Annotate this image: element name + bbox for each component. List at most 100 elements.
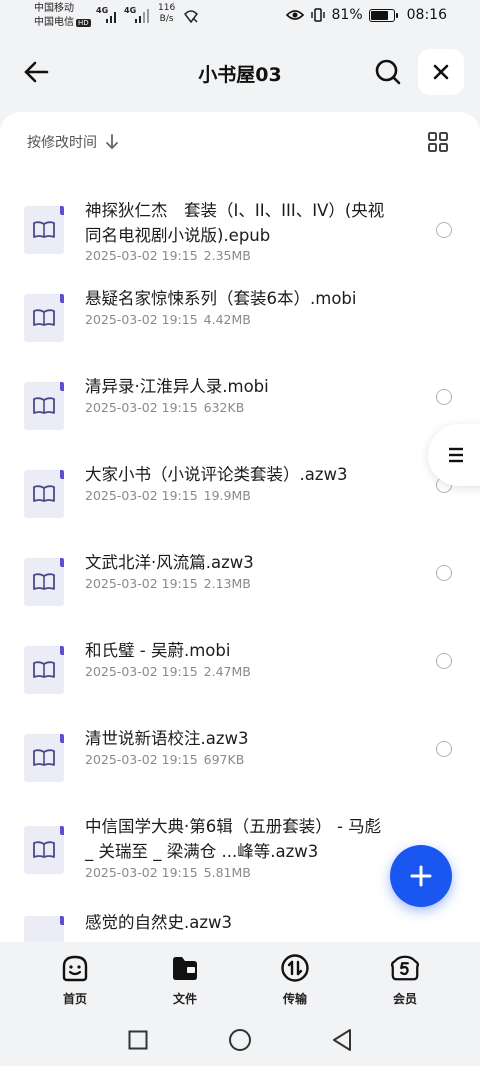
add-button[interactable]: [390, 845, 452, 907]
file-name: 大家小书（小说评论类套装）.azw3: [85, 465, 348, 484]
clock: 08:16: [406, 7, 447, 23]
nav-files[interactable]: 文件: [155, 952, 215, 1007]
recents-button[interactable]: [126, 1028, 150, 1052]
file-name: 神探狄仁杰 套装（I、II、III、IV）(央视同名电视剧小说版).epub: [85, 201, 385, 245]
signal-1-icon: [106, 12, 116, 23]
list-item[interactable]: 清世说新语校注.azw3 2025-03-02 19:15 697KB: [0, 720, 480, 808]
nav-home[interactable]: 首页: [45, 952, 105, 1007]
sort-down-arrow-icon: [106, 134, 118, 149]
file-meta: 2025-03-02 19:15 2.47MB: [85, 664, 251, 679]
file-date: 2025-03-02 19:15: [85, 248, 198, 263]
app-header: 小书屋03: [0, 34, 480, 112]
file-size: 697KB: [203, 752, 245, 767]
list-item[interactable]: 清异录·江淮异人录.mobi 2025-03-02 19:15 632KB: [0, 368, 480, 456]
vibrate-icon: [310, 8, 325, 22]
file-name: 悬疑名家惊悚系列（套装6本）.mobi: [85, 289, 357, 308]
ebook-file-icon: [24, 558, 64, 606]
file-meta: 2025-03-02 19:15 2.35MB: [85, 248, 251, 263]
ebook-file-icon: [24, 734, 64, 782]
search-icon: [375, 59, 401, 85]
nav-files-label: 文件: [172, 992, 197, 1006]
select-radio[interactable]: [436, 653, 452, 669]
sort-label: 按修改时间: [27, 135, 97, 151]
list-item[interactable]: 文武北洋·风流篇.azw3 2025-03-02 19:15 2.13MB: [0, 544, 480, 632]
menu-icon: [449, 447, 463, 463]
battery-icon: [368, 8, 398, 22]
eye-icon: [285, 10, 304, 20]
file-size: 19.9MB: [203, 488, 251, 503]
grid-view-icon: [428, 132, 448, 152]
grid-view-button[interactable]: [426, 130, 450, 154]
home-button[interactable]: [228, 1028, 252, 1052]
ebook-file-icon: [24, 826, 64, 874]
home-face-icon: [62, 955, 88, 982]
file-meta: 2025-03-02 19:15 19.9MB: [85, 488, 251, 503]
search-button[interactable]: [370, 56, 406, 88]
nav-transfer-label: 传输: [282, 992, 307, 1006]
file-size: 632KB: [203, 400, 245, 415]
file-name: 清世说新语校注.azw3: [85, 729, 249, 748]
file-name: 中信国学大典·第6辑（五册套装） - 马彪 _ 关瑞至 _ 梁满仓 ...峰等.…: [85, 817, 382, 861]
select-radio[interactable]: [436, 741, 452, 757]
carrier-1: 中国移动: [34, 3, 74, 14]
list-item[interactable]: 神探狄仁杰 套装（I、II、III、IV）(央视同名电视剧小说版).epub 2…: [0, 192, 480, 280]
select-radio[interactable]: [436, 565, 452, 581]
file-date: 2025-03-02 19:15: [85, 488, 198, 503]
back-nav-button[interactable]: [330, 1028, 354, 1052]
file-size: 2.13MB: [203, 576, 251, 591]
file-date: 2025-03-02 19:15: [85, 865, 198, 880]
wifi-off-icon: [184, 10, 198, 24]
file-date: 2025-03-02 19:15: [85, 400, 198, 415]
ebook-file-icon: [24, 206, 64, 254]
close-button[interactable]: [418, 49, 464, 95]
file-size: 2.47MB: [203, 664, 251, 679]
sort-control[interactable]: 按修改时间: [27, 132, 119, 152]
signal-2-icon: [135, 9, 149, 23]
ebook-file-icon: [24, 470, 64, 518]
file-sheet: 按修改时间 神探狄仁杰 套装（I、II、III、IV）(央视同名电视剧小说版).…: [0, 112, 480, 942]
file-name: 清异录·江淮异人录.mobi: [85, 377, 269, 396]
list-item[interactable]: 感觉的自然史.azw3: [0, 912, 480, 942]
file-name: 和氏璧 - 吴蔚.mobi: [85, 641, 231, 660]
status-bar: 中国移动 中国电信 HD 4G 4G 116 B/s 81% 08:16: [0, 0, 480, 34]
file-date: 2025-03-02 19:15: [85, 664, 198, 679]
list-item[interactable]: 大家小书（小说评论类套装）.azw3 2025-03-02 19:15 19.9M…: [0, 456, 480, 544]
list-item[interactable]: 和氏璧 - 吴蔚.mobi 2025-03-02 19:15 2.47MB: [0, 632, 480, 720]
file-name: 感觉的自然史.azw3: [85, 913, 233, 932]
carrier-info: 中国移动 中国电信 HD: [34, 2, 91, 30]
network-speed: 116 B/s: [158, 3, 176, 24]
file-meta: 2025-03-02 19:15 697KB: [85, 752, 244, 767]
ebook-file-icon: [24, 646, 64, 694]
vip-icon: [391, 955, 419, 981]
bottom-nav: 首页 文件 传输 会员: [0, 942, 480, 1008]
close-icon: [433, 64, 449, 80]
list-item[interactable]: 悬疑名家惊悚系列（套装6本）.mobi 2025-03-02 19:15 4.42…: [0, 280, 480, 368]
file-date: 2025-03-02 19:15: [85, 576, 198, 591]
hd-badge: HD: [76, 19, 91, 27]
transfer-icon: [281, 954, 309, 982]
battery-percent: 81%: [331, 7, 363, 23]
system-nav-bar: [0, 1008, 480, 1066]
ebook-file-icon: [24, 916, 64, 942]
ebook-file-icon: [24, 382, 64, 430]
file-size: 4.42MB: [203, 312, 251, 327]
page-title: 小书屋03: [198, 64, 282, 86]
folder-icon: [173, 957, 197, 980]
file-size: 5.81MB: [203, 865, 251, 880]
file-date: 2025-03-02 19:15: [85, 312, 198, 327]
plus-icon: [410, 865, 432, 887]
file-list: 神探狄仁杰 套装（I、II、III、IV）(央视同名电视剧小说版).epub 2…: [0, 192, 480, 942]
file-date: 2025-03-02 19:15: [85, 752, 198, 767]
square-icon: [128, 1030, 148, 1050]
select-radio[interactable]: [436, 389, 452, 405]
file-meta: 2025-03-02 19:15 632KB: [85, 400, 244, 415]
select-radio[interactable]: [436, 222, 452, 238]
nav-transfer[interactable]: 传输: [265, 952, 325, 1007]
carrier-2: 中国电信: [34, 17, 74, 28]
circle-icon: [229, 1029, 251, 1051]
ebook-file-icon: [24, 294, 64, 342]
nav-vip[interactable]: 会员: [375, 952, 435, 1007]
file-size: 2.35MB: [203, 248, 251, 263]
file-meta: 2025-03-02 19:15 5.81MB: [85, 865, 251, 880]
triangle-back-icon: [333, 1029, 351, 1051]
